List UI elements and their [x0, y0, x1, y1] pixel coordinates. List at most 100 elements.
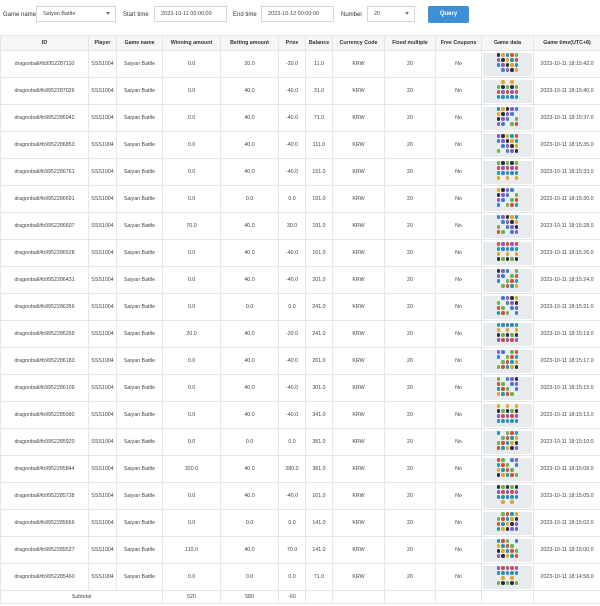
cell-game-data[interactable] [481, 212, 534, 240]
cell-game-time: 2023-10-11 18:15:35.0 [533, 131, 600, 159]
game-data-icon[interactable] [483, 538, 532, 562]
game-data-icon[interactable] [483, 268, 532, 292]
cell-game-name: Saiyan Battle [116, 428, 163, 456]
cell-game-data[interactable] [481, 131, 534, 159]
cell-id: dragonball#b9952285920 [0, 428, 89, 456]
cell-game-data[interactable] [481, 347, 534, 375]
cell-free-coupons: No [435, 320, 482, 348]
game-data-icon[interactable] [483, 511, 532, 535]
game-name-select[interactable]: Saiyan Battle [36, 6, 116, 22]
cell-free-coupons: No [435, 563, 482, 591]
cell-prize: -20.0 [278, 50, 306, 78]
cell-fixed-multiple: 20 [384, 509, 436, 537]
cell-game-data[interactable] [481, 185, 534, 213]
cell-game-data[interactable] [481, 455, 534, 483]
cell-winning-amount: 0.0 [162, 50, 221, 78]
cell-free-coupons: No [435, 293, 482, 321]
cell-player: SSS1004 [88, 158, 117, 186]
chevron-down-icon [405, 12, 409, 15]
game-data-icon[interactable] [483, 160, 532, 184]
cell-game-data[interactable] [481, 563, 534, 591]
cell-id: dragonball#b9952285669 [0, 509, 89, 537]
game-data-icon[interactable] [483, 484, 532, 508]
game-data-icon[interactable] [483, 376, 532, 400]
cell-winning-amount: 0.0 [162, 185, 221, 213]
game-data-icon[interactable] [483, 403, 532, 427]
cell-player: SSS1004 [88, 77, 117, 105]
cell-game-data[interactable] [481, 266, 534, 294]
game-data-icon[interactable] [483, 241, 532, 265]
cell-betting-amount: 0.0 [220, 185, 279, 213]
cell-id: dragonball#b9952285844 [0, 455, 89, 483]
game-data-icon[interactable] [483, 187, 532, 211]
cell-player: SSS1004 [88, 455, 117, 483]
cell-game-data[interactable] [481, 536, 534, 564]
cell-game-data[interactable] [481, 401, 534, 429]
cell-free-coupons: No [435, 347, 482, 375]
cell-betting-amount: 40.0 [220, 401, 279, 429]
cell-game-time: 2023-10-11 18:15:02.0 [533, 509, 600, 537]
game-data-icon[interactable] [483, 214, 532, 238]
game-data-icon[interactable] [483, 133, 532, 157]
cell-id: dragonball#b9952286183 [0, 347, 89, 375]
cell-player: SSS1004 [88, 482, 117, 510]
cell-game-data[interactable] [481, 482, 534, 510]
cell-game-data[interactable] [481, 77, 534, 105]
cell-game-time: 2023-10-11 18:15:17.0 [533, 347, 600, 375]
header-balance: Balance [305, 35, 333, 51]
cell-game-time: 2023-10-11 18:15:15.0 [533, 374, 600, 402]
cell-currency-code: KRW [332, 509, 385, 537]
number-select[interactable]: 20 [367, 6, 415, 22]
cell-game-data[interactable] [481, 50, 534, 78]
game-data-icon[interactable] [483, 79, 532, 103]
start-time-input[interactable]: 2023-10-11 00:00:00 [154, 6, 227, 22]
cell-free-coupons: No [435, 158, 482, 186]
header-player: Player [88, 35, 117, 51]
cell-balance: 101.0 [305, 482, 333, 510]
cell-game-data[interactable] [481, 374, 534, 402]
cell-betting-amount: 0.0 [220, 293, 279, 321]
game-data-icon[interactable] [483, 322, 532, 346]
cell-game-data[interactable] [481, 428, 534, 456]
cell-game-data[interactable] [481, 239, 534, 267]
cell-fixed-multiple: 20 [384, 77, 436, 105]
cell-currency-code: KRW [332, 266, 385, 294]
cell-currency-code: KRW [332, 158, 385, 186]
game-data-icon[interactable] [483, 349, 532, 373]
header-id: ID [0, 35, 89, 51]
cell-game-data[interactable] [481, 104, 534, 132]
cell-prize: -40.0 [278, 158, 306, 186]
cell-game-data[interactable] [481, 320, 534, 348]
cell-betting-amount: 40.0 [220, 104, 279, 132]
table-row: dragonball#b9952285990 SSS1004 Saiyan Batt… [0, 401, 600, 429]
game-data-icon[interactable] [483, 430, 532, 454]
cell-game-data[interactable] [481, 509, 534, 537]
cell-game-data[interactable] [481, 293, 534, 321]
cell-betting-amount: 40.0 [220, 482, 279, 510]
game-data-icon[interactable] [483, 106, 532, 130]
cell-winning-amount: 0.0 [162, 239, 221, 267]
header-currency-code: Currency Code [332, 35, 385, 51]
game-data-icon[interactable] [483, 457, 532, 481]
cell-winning-amount: 0.0 [162, 131, 221, 159]
game-data-icon[interactable] [483, 295, 532, 319]
cell-game-time: 2023-10-11 18:15:00.0 [533, 536, 600, 564]
cell-fixed-multiple: 20 [384, 212, 436, 240]
cell-fixed-multiple: 20 [384, 347, 436, 375]
cell-prize: 0.0 [278, 563, 306, 591]
cell-winning-amount: 0.0 [162, 428, 221, 456]
end-time-input[interactable]: 2023-10-12 00:00:00 [261, 6, 334, 22]
cell-game-name: Saiyan Battle [116, 320, 163, 348]
cell-game-name: Saiyan Battle [116, 104, 163, 132]
cell-fixed-multiple: 20 [384, 293, 436, 321]
cell-id: dragonball#b9952286761 [0, 158, 89, 186]
query-button[interactable]: Query [428, 6, 469, 23]
cell-game-data[interactable] [481, 158, 534, 186]
table-row: dragonball#b9952286853 SSS1004 Saiyan Batt… [0, 131, 600, 159]
cell-free-coupons: No [435, 482, 482, 510]
game-data-icon[interactable] [483, 565, 532, 589]
cell-game-time: 2023-10-11 18:15:13.0 [533, 401, 600, 429]
cell-game-name: Saiyan Battle [116, 374, 163, 402]
cell-balance: 141.0 [305, 536, 333, 564]
game-data-icon[interactable] [483, 52, 532, 76]
